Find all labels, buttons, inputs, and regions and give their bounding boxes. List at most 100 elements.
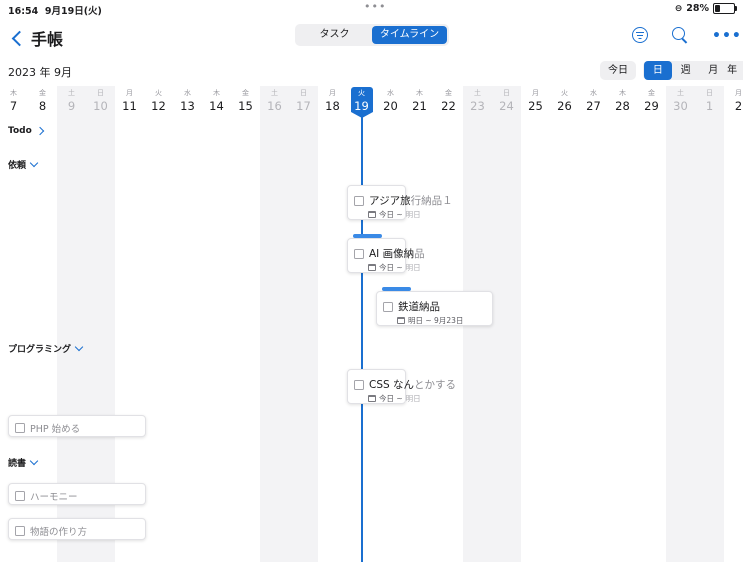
today-button[interactable]: 今日 — [600, 61, 636, 80]
group-programming[interactable]: プログラミング — [8, 342, 84, 355]
day-number: 20 — [383, 99, 398, 113]
day-header[interactable]: 金 15 — [231, 88, 260, 114]
progress-bar — [353, 234, 382, 238]
link-icon: ⊖ — [674, 3, 683, 14]
day-number: 8 — [38, 99, 47, 113]
day-header[interactable]: 月 18 — [318, 88, 347, 114]
day-header[interactable]: 月2 — [724, 88, 743, 114]
task-card-ai[interactable]: AI 画像納品 今日 ~ 明日 — [347, 234, 425, 273]
day-header[interactable]: 木 21 — [405, 88, 434, 114]
day-number: 9 — [67, 99, 76, 113]
task-title: 物語の作り方 — [30, 527, 88, 538]
day-header[interactable]: 水 13 — [173, 88, 202, 114]
day-header[interactable]: 月 25 — [521, 88, 550, 114]
task-checkbox[interactable] — [354, 379, 364, 390]
task-checkbox[interactable] — [15, 526, 25, 536]
weekday-label: 火 — [561, 89, 568, 97]
task-card-php[interactable]: PHP 始める — [8, 415, 146, 437]
task-title-overflow: とかする — [414, 379, 456, 391]
day-header[interactable]: 木 28 — [608, 88, 637, 114]
progress-bar — [382, 287, 411, 291]
day-number: 16 — [267, 99, 282, 113]
calendar-icon — [368, 264, 376, 271]
day-header[interactable]: 火 12 — [144, 88, 173, 114]
chevron-right-icon — [35, 126, 45, 136]
task-checkbox[interactable] — [354, 195, 364, 206]
task-date: 今日 ~ — [379, 210, 403, 219]
weekday-label: 日 — [706, 89, 713, 97]
range-year[interactable]: 年 — [727, 61, 743, 80]
day-header[interactable]: 土 16 — [260, 88, 289, 114]
search-icon[interactable] — [672, 27, 689, 44]
status-bar-right: ⊖ 28% — [674, 3, 737, 14]
task-card-tetsudo[interactable]: 鉄道納品 明日 ~ 9月23日 — [376, 287, 493, 326]
task-card-harmony[interactable]: ハーモニー — [8, 483, 146, 505]
more-icon[interactable]: ••• — [712, 28, 742, 44]
filter-icon[interactable] — [632, 27, 648, 43]
task-checkbox[interactable] — [15, 491, 25, 501]
day-header[interactable]: 土9 — [57, 88, 86, 114]
day-header[interactable]: 金 29 — [637, 88, 666, 114]
chevron-left-icon — [11, 30, 28, 46]
view-segmented-control: タスク タイムライン — [295, 24, 449, 46]
day-number: 12 — [151, 99, 166, 113]
day-header[interactable]: 水 27 — [579, 88, 608, 114]
calendar-icon — [368, 211, 376, 218]
weekday-label: 木 — [213, 89, 220, 97]
back-button[interactable]: 手帳 — [10, 26, 63, 50]
weekday-label: 土 — [271, 89, 278, 97]
day-header[interactable]: 金8 — [28, 88, 57, 114]
group-label: 読書 — [8, 459, 27, 469]
task-card-asia[interactable]: アジア旅行納品１ 今日 ~ 明日 — [347, 185, 453, 220]
day-number: 26 — [557, 99, 572, 113]
range-week[interactable]: 週 — [672, 61, 700, 80]
calendar-icon — [368, 395, 376, 402]
day-header[interactable]: 日 24 — [492, 88, 521, 114]
tab-timeline[interactable]: タイムライン — [372, 26, 447, 44]
weekday-label: 月 — [735, 89, 742, 97]
day-number: 17 — [296, 99, 311, 113]
group-label: プログラミング — [8, 345, 72, 355]
task-date-overflow: 明日 — [405, 394, 421, 403]
weekday-label: 日 — [503, 89, 510, 97]
weekday-label: 火 — [155, 89, 162, 97]
group-irai[interactable]: 依頼 — [8, 158, 39, 171]
day-header[interactable]: 金 22 — [434, 88, 463, 114]
weekend-column — [666, 86, 695, 562]
day-header[interactable]: 日1 — [695, 88, 724, 114]
day-number: 7 — [9, 99, 18, 113]
range-day[interactable]: 日 — [644, 61, 672, 80]
day-header[interactable]: 日 10 — [86, 88, 115, 114]
group-todo[interactable]: Todo — [8, 126, 45, 136]
day-number: 13 — [180, 99, 195, 113]
day-number: 28 — [615, 99, 630, 113]
day-header[interactable]: 木7 — [0, 88, 28, 114]
weekday-label: 月 — [532, 89, 539, 97]
tab-tasks[interactable]: タスク — [297, 26, 372, 44]
current-day-line — [361, 112, 363, 562]
day-header[interactable]: 水 20 — [376, 88, 405, 114]
group-dokusho[interactable]: 読書 — [8, 456, 39, 469]
day-header[interactable]: 土 23 — [463, 88, 492, 114]
task-title-overflow: 行納品１ — [410, 195, 453, 207]
calendar-icon — [397, 317, 405, 324]
task-title: PHP 始める — [30, 424, 81, 435]
day-number: 18 — [325, 99, 340, 113]
day-number: 11 — [122, 99, 137, 113]
day-header[interactable]: 火 26 — [550, 88, 579, 114]
day-header[interactable]: 月 11 — [115, 88, 144, 114]
day-header[interactable]: 木 14 — [202, 88, 231, 114]
task-checkbox[interactable] — [15, 423, 25, 433]
task-checkbox[interactable] — [354, 248, 364, 259]
multitasking-dots[interactable]: ••• — [364, 0, 386, 13]
task-date-overflow: 明日 — [405, 210, 421, 219]
task-card-monogatari[interactable]: 物語の作り方 — [8, 518, 146, 540]
day-header[interactable]: 土 30 — [666, 88, 695, 114]
month-label: 2023 年 9月 — [8, 66, 72, 79]
range-month[interactable]: 月 — [699, 61, 727, 80]
task-card-css[interactable]: CSS なんとかする 今日 ~ 明日 — [347, 369, 456, 404]
day-header[interactable]: 火 19 — [347, 88, 376, 114]
weekday-label: 金 — [445, 89, 452, 97]
day-header[interactable]: 日 17 — [289, 88, 318, 114]
task-checkbox[interactable] — [383, 301, 393, 312]
